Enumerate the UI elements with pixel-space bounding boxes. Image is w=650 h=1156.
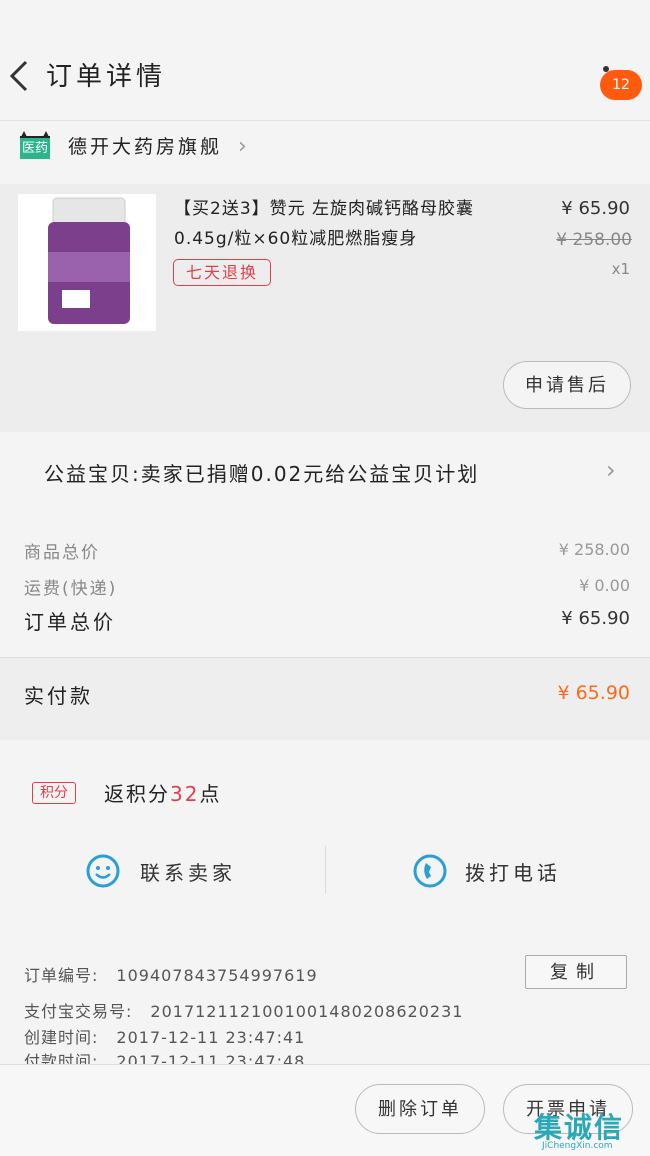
call-phone-button[interactable]: 拨打电话 (325, 840, 650, 900)
return-policy-badge: 七天退换 (173, 259, 271, 286)
paid-value: ¥ 65.90 (557, 682, 630, 704)
message-badge[interactable]: 12 (600, 70, 642, 100)
watermark-text: 集诚信 (534, 1111, 625, 1144)
product-title[interactable]: 【买2送3】赞元 左旋肉碱钙酪母胶囊0.45g/粒×60粒减肥燃脂瘦身 (174, 194, 534, 254)
status-bar (0, 0, 650, 32)
copy-button[interactable]: 复制 (525, 955, 627, 989)
goods-total-value: ¥ 258.00 (558, 540, 630, 559)
paid-section (0, 657, 650, 740)
back-arrow-icon[interactable] (6, 56, 36, 96)
product-price: ¥ 65.90 (561, 198, 630, 219)
product-thumbnail[interactable] (18, 194, 156, 331)
order-number-row: 订单编号: 109407843754997619 (24, 966, 318, 985)
after-sale-button[interactable]: 申请售后 (503, 361, 631, 409)
shipping-value: ¥ 0.00 (579, 576, 630, 595)
product-quantity: x1 (611, 260, 630, 278)
chevron-right-icon: › (606, 456, 616, 484)
contact-seller-label: 联系卖家 (140, 861, 236, 885)
chat-face-icon (86, 854, 120, 888)
points-number: 32 (170, 782, 200, 806)
chevron-right-icon: › (238, 134, 247, 159)
call-phone-label: 拨打电话 (465, 861, 561, 885)
page-title: 订单详情 (46, 62, 167, 92)
paid-label: 实付款 (24, 684, 93, 708)
points-text: 返积分32点 (104, 782, 222, 806)
shop-logo-icon: 医药 (20, 131, 50, 159)
goods-total-label: 商品总价 (24, 543, 100, 563)
shipping-label: 运费(快递) (24, 579, 118, 599)
product-original-price: ¥ 258.00 (556, 230, 632, 250)
contact-seller-button[interactable]: 联系卖家 (0, 840, 325, 900)
order-total-label: 订单总价 (24, 610, 116, 634)
shop-logo-text: 医药 (20, 138, 50, 159)
created-time-value: 2017-12-11 23:47:41 (116, 1028, 306, 1047)
alipay-number-row: 支付宝交易号: 2017121121001001480208620231 (24, 1002, 464, 1021)
points-badge: 积分 (32, 782, 76, 804)
alipay-number-value: 2017121121001001480208620231 (150, 1002, 464, 1021)
shop-name[interactable]: 德开大药房旗舰 (68, 132, 222, 159)
phone-icon (413, 854, 447, 888)
order-number-value: 109407843754997619 (116, 966, 318, 985)
order-total-value: ¥ 65.90 (561, 608, 630, 629)
watermark-url: JiChengXin.com (542, 1141, 613, 1151)
top-nav-bar: 订单详情 12 (0, 32, 650, 121)
watermark-logo: 集诚信 JiChengXin.com (530, 1106, 648, 1152)
delete-order-button[interactable]: 删除订单 (355, 1084, 485, 1134)
charity-text[interactable]: 公益宝贝:卖家已捐赠0.02元给公益宝贝计划 (44, 458, 479, 487)
created-time-row: 创建时间: 2017-12-11 23:47:41 (24, 1028, 306, 1047)
